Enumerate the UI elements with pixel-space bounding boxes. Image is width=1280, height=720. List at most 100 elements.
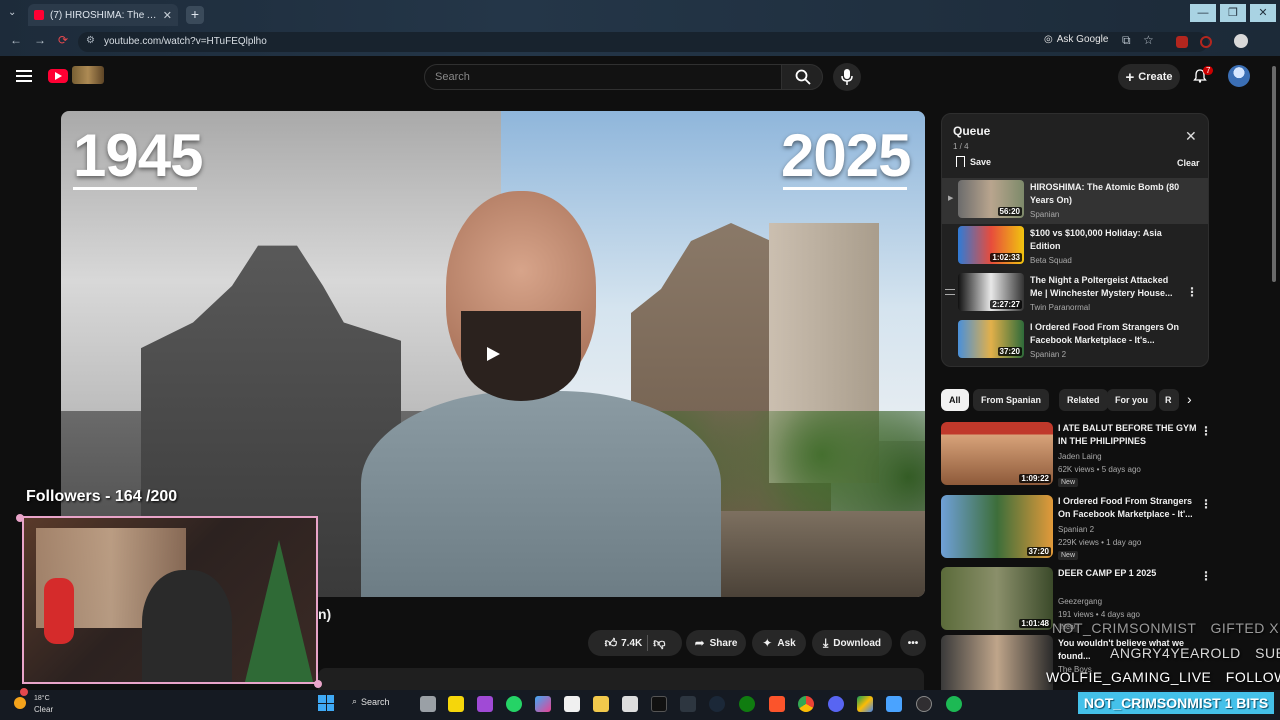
ask-button[interactable]: ✦ Ask [752,630,806,656]
close-tab-icon[interactable]: ✕ [163,9,172,22]
scrollbar-thumb[interactable] [1272,66,1276,282]
queue-item-title: I Ordered Food From Strangers On Faceboo… [1030,322,1180,345]
queue-item-menu-icon[interactable]: ⋮ [1186,285,1198,299]
recommendation-menu-icon[interactable]: ⋮ [1200,497,1212,511]
search-input[interactable]: Search [424,64,782,90]
queue-panel: Queue 1 / 4 ✕ Save Clear ▶ 56:20 HIROSHI… [941,113,1209,367]
more-actions-button[interactable]: ••• [900,630,926,656]
recommendation-item[interactable]: 37:20 I Ordered Food From Strangers On F… [941,495,1212,560]
app-icon[interactable] [886,696,902,712]
recommendation-thumbnail: 1:01:48 [941,567,1053,630]
description-box[interactable] [318,668,924,690]
recommendation-title: I ATE BALUT BEFORE THE GYM IN THE PHILIP… [1058,423,1197,446]
share-button[interactable]: ➦ Share [686,630,746,656]
steam-icon[interactable] [709,696,725,712]
xbox-icon[interactable] [739,696,755,712]
duration: 1:01:48 [1019,619,1051,628]
share-icon: ➦ [694,636,705,650]
recommendation-menu-icon[interactable]: ⋮ [1200,424,1212,438]
chip-from-spanian[interactable]: From Spanian [973,389,1050,411]
store-icon[interactable] [564,696,580,712]
like-count: 7.4K [621,637,643,649]
duration: 1:02:33 [990,253,1022,262]
account-avatar[interactable] [1228,65,1250,87]
logo-doodle[interactable] [72,66,104,84]
overlay-corner-dot [16,514,24,522]
app-icon[interactable] [477,696,493,712]
app-icon[interactable] [622,696,638,712]
extension-icon[interactable] [1176,36,1188,48]
queue-item-channel: Spanian [1030,210,1060,219]
like-button[interactable]: 👍︎ 7.4K [605,636,643,651]
queue-item[interactable]: 37:20 I Ordered Food From Strangers On F… [942,318,1208,364]
queue-item[interactable]: 2:27:27 The Night a Poltergeist Attacked… [942,271,1208,317]
task-view-icon[interactable] [420,696,436,712]
chip-all[interactable]: All [941,389,969,411]
install-icon[interactable]: ⧉ [1122,33,1131,48]
browser-tab[interactable]: (7) HIROSHIMA: The Atomic B... ✕ [28,4,178,26]
x-icon[interactable] [651,696,667,712]
clear-queue-button[interactable]: Clear [1177,158,1200,168]
drag-handle-icon[interactable] [945,289,955,295]
stream-alert: NOT_CRIMSONMIST GIFTED X1 [1052,620,1280,636]
search-placeholder: Search [435,71,470,83]
queue-item-title: $100 vs $100,000 Holiday: Asia Edition [1030,228,1162,251]
queue-item[interactable]: ▶ 56:20 HIROSHIMA: The Atomic Bomb (80 Y… [942,178,1208,224]
filter-chips: All From Spanian Related For you R › [941,389,1209,411]
drive-icon[interactable] [857,696,873,712]
download-button[interactable]: ⤓ Download [812,630,892,656]
create-button[interactable]: + Create [1118,64,1180,90]
webcam-overlay [22,516,318,684]
forward-icon[interactable]: → [34,33,46,47]
app-icon[interactable] [680,696,696,712]
sticky-notes-icon[interactable] [448,696,464,712]
queue-item[interactable]: 1:02:33 $100 vs $100,000 Holiday: Asia E… [942,224,1208,270]
voice-search-button[interactable] [833,63,861,91]
queue-item-channel: Twin Paranormal [1030,303,1091,312]
dislike-button[interactable]: 👎︎ [653,636,665,651]
recommendation-menu-icon[interactable]: ⋮ [1200,569,1212,583]
chip-more[interactable]: R [1159,389,1179,411]
chip-related[interactable]: Related [1059,389,1108,411]
whatsapp-icon[interactable] [506,696,522,712]
reload-icon[interactable]: ⟳ [58,33,68,47]
ask-google-button[interactable]: ◎ Ask Google [1044,34,1108,45]
close-queue-icon[interactable]: ✕ [1185,128,1197,145]
menu-icon[interactable] [16,70,32,82]
file-explorer-icon[interactable] [593,696,609,712]
chip-for-you[interactable]: For you [1107,389,1156,411]
minimize-button[interactable]: — [1190,4,1216,22]
taskbar-search[interactable]: ⌕ Search [352,696,390,707]
close-window-button[interactable]: ✕ [1250,4,1276,22]
microphone-icon [841,69,853,85]
brave-icon[interactable] [769,696,785,712]
back-icon[interactable]: ← [10,33,22,47]
new-tab-button[interactable]: + [186,6,204,24]
obs-icon[interactable] [916,696,932,712]
chevron-right-icon[interactable]: › [1187,391,1192,407]
address-bar[interactable]: ⚙ youtube.com/watch?v=HTuFEQlplho [78,32,1208,52]
ask-google-label: Ask Google [1056,34,1109,45]
search-button[interactable] [781,64,823,90]
extension-icon[interactable] [1200,36,1212,48]
stream-alert: WOLFIE_GAMING_LIVE FOLLOW [1046,669,1280,685]
youtube-logo-icon[interactable] [48,69,68,83]
play-icon[interactable] [479,342,507,366]
copilot-icon[interactable] [535,696,551,712]
chrome-icon[interactable] [798,696,814,712]
tab-list-icon[interactable]: ⌄ [8,7,16,18]
discord-icon[interactable] [828,696,844,712]
overlay-corner-dot [314,680,322,688]
save-queue-button[interactable]: Save [956,156,991,167]
year-underline [783,187,907,190]
start-button[interactable] [318,695,334,711]
year-underline [73,187,197,190]
spotify-icon[interactable] [946,696,962,712]
recommendation-item[interactable]: 1:09:22 I ATE BALUT BEFORE THE GYM IN TH… [941,422,1212,487]
maximize-button[interactable]: ❐ [1220,4,1246,22]
lens-icon: ◎ [1044,34,1053,45]
bookmark-star-icon[interactable]: ☆ [1143,33,1154,47]
weather-widget[interactable]: 18°C Clear [12,694,62,718]
profile-icon[interactable] [1234,34,1248,48]
site-info-icon[interactable]: ⚙ [86,35,95,46]
